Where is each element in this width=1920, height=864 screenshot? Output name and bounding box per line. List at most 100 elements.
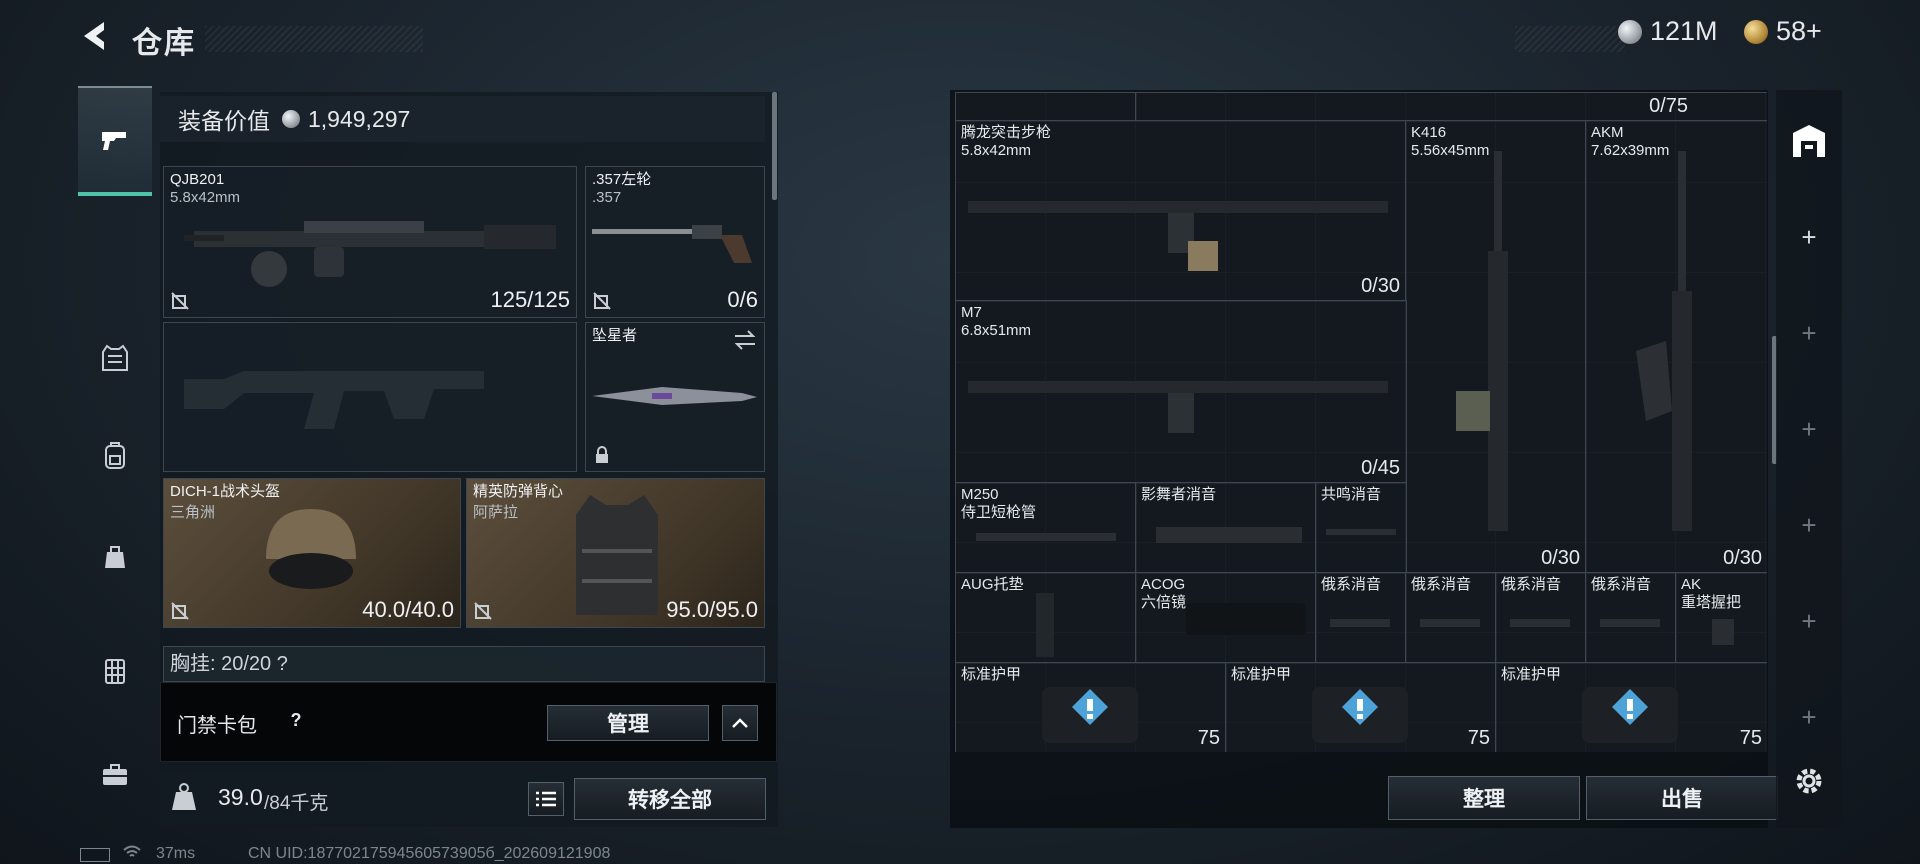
no-insure-icon (171, 602, 189, 620)
help-icon[interactable]: ? (283, 707, 309, 733)
storage-item-ru-suppressor[interactable]: 俄系消音 (1405, 572, 1497, 664)
item-sub: 侍卫短枪管 (961, 504, 1037, 521)
storage-item-partial[interactable]: 0/75 (1135, 92, 1767, 122)
item-name: 共鸣消音 (1321, 486, 1382, 503)
wifi-icon (123, 845, 141, 857)
vest-slot[interactable]: 精英防弹背心 阿萨拉 95.0/95.0 (466, 478, 765, 628)
item-sub: 5.8x42mm (961, 142, 1032, 159)
item-sub: 6.8x51mm (961, 322, 1032, 339)
manage-button[interactable]: 管理 (547, 705, 709, 741)
weight-max: /84千克 (264, 793, 329, 814)
storage-item-k416[interactable]: K416 5.56x45mm 0/30 (1405, 120, 1587, 574)
rifle-image (968, 381, 1388, 433)
empty-weapon-slot[interactable] (163, 322, 577, 472)
category-nav (78, 86, 152, 804)
swap-icon[interactable] (732, 329, 758, 351)
chest-rig-row[interactable]: 胸挂: 20/20 ? (163, 646, 765, 682)
sort-button[interactable]: 整理 (1388, 776, 1580, 820)
slot-durability: 40.0/40.0 (362, 597, 454, 622)
nav-armor[interactable] (78, 318, 152, 398)
settings-gear-icon[interactable] (1792, 764, 1826, 798)
slot-durability: 95.0/95.0 (666, 597, 758, 622)
silver-coin-icon (1618, 19, 1642, 44)
collapse-button[interactable] (722, 705, 758, 741)
gold-coin-icon (1744, 19, 1768, 44)
primary-weapon-slot[interactable]: QJB201 5.8x42mm 125/125 (163, 166, 577, 318)
no-insure-icon (593, 292, 611, 310)
sidearm-slot[interactable]: .357左轮 .357 0/6 (585, 166, 765, 318)
storage-item-m7[interactable]: M7 6.8x51mm 0/45 (955, 300, 1407, 484)
helmet-image (266, 509, 356, 589)
nav-bag[interactable] (78, 516, 152, 596)
armor-case-image (1582, 687, 1678, 743)
list-view-button[interactable] (528, 782, 564, 816)
item-name: 俄系消音 (1411, 576, 1472, 593)
storage-item-acog[interactable]: ACOG 六倍镜 (1135, 572, 1317, 664)
nav-weapons[interactable] (78, 86, 152, 196)
slot-helmet-sub: 三角洲 (170, 504, 216, 521)
nav-toolbox[interactable] (78, 744, 152, 806)
rifle-silhouette-icon (184, 371, 484, 429)
storage-tab-main[interactable] (1786, 118, 1832, 164)
storage-item-ak-grip[interactable]: AK 重塔握把 (1675, 572, 1767, 664)
item-count: 75 (1197, 727, 1220, 749)
weight-current: 39.0 (218, 784, 263, 810)
gold-amount: 58+ (1776, 16, 1822, 46)
suppressor-image (1326, 529, 1396, 535)
storage-item-shadow-suppressor[interactable]: 影舞者消音 (1135, 482, 1317, 574)
storage-item-m250[interactable]: M250 侍卫短枪管 (955, 482, 1137, 574)
melee-slot[interactable]: 坠星者 (585, 322, 765, 472)
back-arrow-icon[interactable] (78, 18, 114, 54)
storage-item-aug-pad[interactable]: AUG托垫 (955, 572, 1137, 664)
storage-item-armor-case[interactable]: 标准护甲 75 (1495, 662, 1767, 752)
sell-button[interactable]: 出售 (1586, 776, 1778, 820)
storage-item-akm[interactable]: AKM 7.62x39mm 0/30 (1585, 120, 1767, 574)
add-storage-icon[interactable]: + (1786, 406, 1832, 452)
nav-chest-rig[interactable] (78, 626, 152, 716)
weight-bar: 39.0 /84千克 转移全部 (160, 770, 775, 824)
storage-item-ru-suppressor[interactable]: 俄系消音 (1495, 572, 1587, 664)
slot-ammo-count: 125/125 (490, 287, 570, 312)
slot-weapon-name: .357左轮 (592, 171, 652, 188)
chest-rig-summary: 胸挂: 20/20 ? (170, 653, 288, 675)
item-count: 0/45 (1361, 457, 1400, 479)
add-storage-icon[interactable]: + (1786, 310, 1832, 356)
list-icon (536, 791, 556, 807)
storage-item-resonance-suppressor[interactable]: 共鸣消音 (1315, 482, 1407, 574)
storage-item-ru-suppressor[interactable]: 俄系消音 (1315, 572, 1407, 664)
page-title: 仓库 (132, 27, 196, 60)
silver-coin-icon (282, 110, 300, 128)
ping-text: 37ms (156, 845, 196, 862)
equipment-value-bar: 装备价值 1,949,297 (160, 96, 765, 142)
gold-currency[interactable]: 58+ (1744, 16, 1822, 47)
storage-item-partial[interactable] (955, 92, 1137, 122)
item-name: K416 (1411, 124, 1447, 141)
rifle-image (968, 201, 1388, 271)
header-decoration-right (1515, 26, 1625, 52)
loadout-scrollbar[interactable] (772, 92, 777, 200)
barrel-image (976, 533, 1116, 541)
silver-amount: 121M (1650, 16, 1718, 46)
helmet-slot[interactable]: DICH-1战术头盔 三角洲 40.0/40.0 (163, 478, 461, 628)
grip-image (1712, 619, 1734, 645)
item-count: 0/75 (1649, 95, 1688, 117)
add-storage-icon[interactable]: + (1786, 214, 1832, 260)
item-name: 标准护甲 (1501, 666, 1562, 683)
storage-item-ru-suppressor[interactable]: 俄系消音 (1585, 572, 1677, 664)
add-storage-icon[interactable]: + (1786, 694, 1832, 740)
battery-icon (80, 848, 110, 862)
header-decoration (205, 26, 423, 52)
item-name: 腾龙突击步枪 (961, 124, 1052, 141)
add-storage-icon[interactable]: + (1786, 502, 1832, 548)
item-count: 0/30 (1723, 547, 1762, 569)
storage-item-tenglong[interactable]: 腾龙突击步枪 5.8x42mm 0/30 (955, 120, 1407, 302)
transfer-all-button[interactable]: 转移全部 (574, 778, 766, 820)
item-name: 俄系消音 (1501, 576, 1562, 593)
storage-item-armor-case[interactable]: 标准护甲 75 (1225, 662, 1497, 752)
nav-backpack[interactable] (78, 388, 152, 524)
add-storage-icon[interactable]: + (1786, 598, 1832, 644)
storage-item-armor-case[interactable]: 标准护甲 75 (955, 662, 1227, 752)
uid-text: CN UID:18770217594560573905б_20260912190… (248, 845, 611, 862)
keycard-bar: 门禁卡包 ? 管理 (160, 682, 777, 762)
equipment-value: 1,949,297 (308, 105, 411, 132)
